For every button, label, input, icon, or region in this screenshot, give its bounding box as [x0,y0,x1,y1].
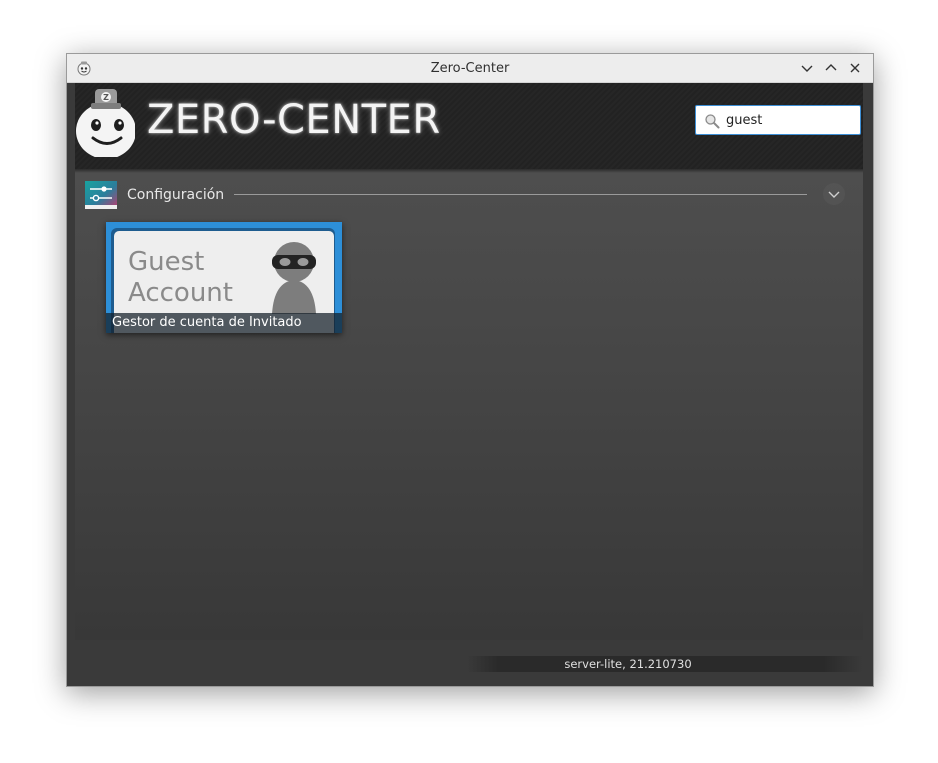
tile-art-line2: Account [128,278,233,308]
minimize-button[interactable] [798,59,816,77]
close-button[interactable] [846,59,864,77]
chevron-up-icon [825,64,837,71]
settings-sliders-icon [85,181,117,209]
status-bar: server-lite, 21.210730 [67,648,873,686]
status-text: server-lite, 21.210730 [564,657,692,671]
main-content: Z ZERO-CENTER guest Configuración Guest … [75,83,863,640]
tile-guest-account-manager[interactable]: Guest Account Gestor de cuenta de Invita… [106,222,342,333]
close-icon [850,63,860,73]
search-box[interactable] [695,105,861,135]
mascot-logo-icon: Z [76,89,135,157]
section-label: Configuración [127,187,225,203]
title-bar[interactable]: Zero-Center [67,54,873,83]
chevron-down-icon [828,191,840,198]
tile-art-line1: Guest [128,247,204,277]
section-divider [234,194,807,195]
maximize-button[interactable] [822,59,840,77]
mascot-badge: Z [103,93,109,102]
section-header-configuracion: Configuración [85,181,853,213]
tile-caption: Gestor de cuenta de Invitado [106,313,342,333]
header-banner: Z ZERO-CENTER [75,83,863,169]
section-collapse-button[interactable] [823,183,845,205]
window-title: Zero-Center [430,61,510,76]
app-logo-text: ZERO-CENTER [147,97,441,143]
tile-caption-text: Gestor de cuenta de Invitado [112,315,302,330]
search-input[interactable] [726,111,852,129]
chevron-down-icon [801,65,813,72]
app-window: Zero-Center Z ZERO-CENTER guest Configur… [66,53,874,687]
search-icon [705,114,720,129]
